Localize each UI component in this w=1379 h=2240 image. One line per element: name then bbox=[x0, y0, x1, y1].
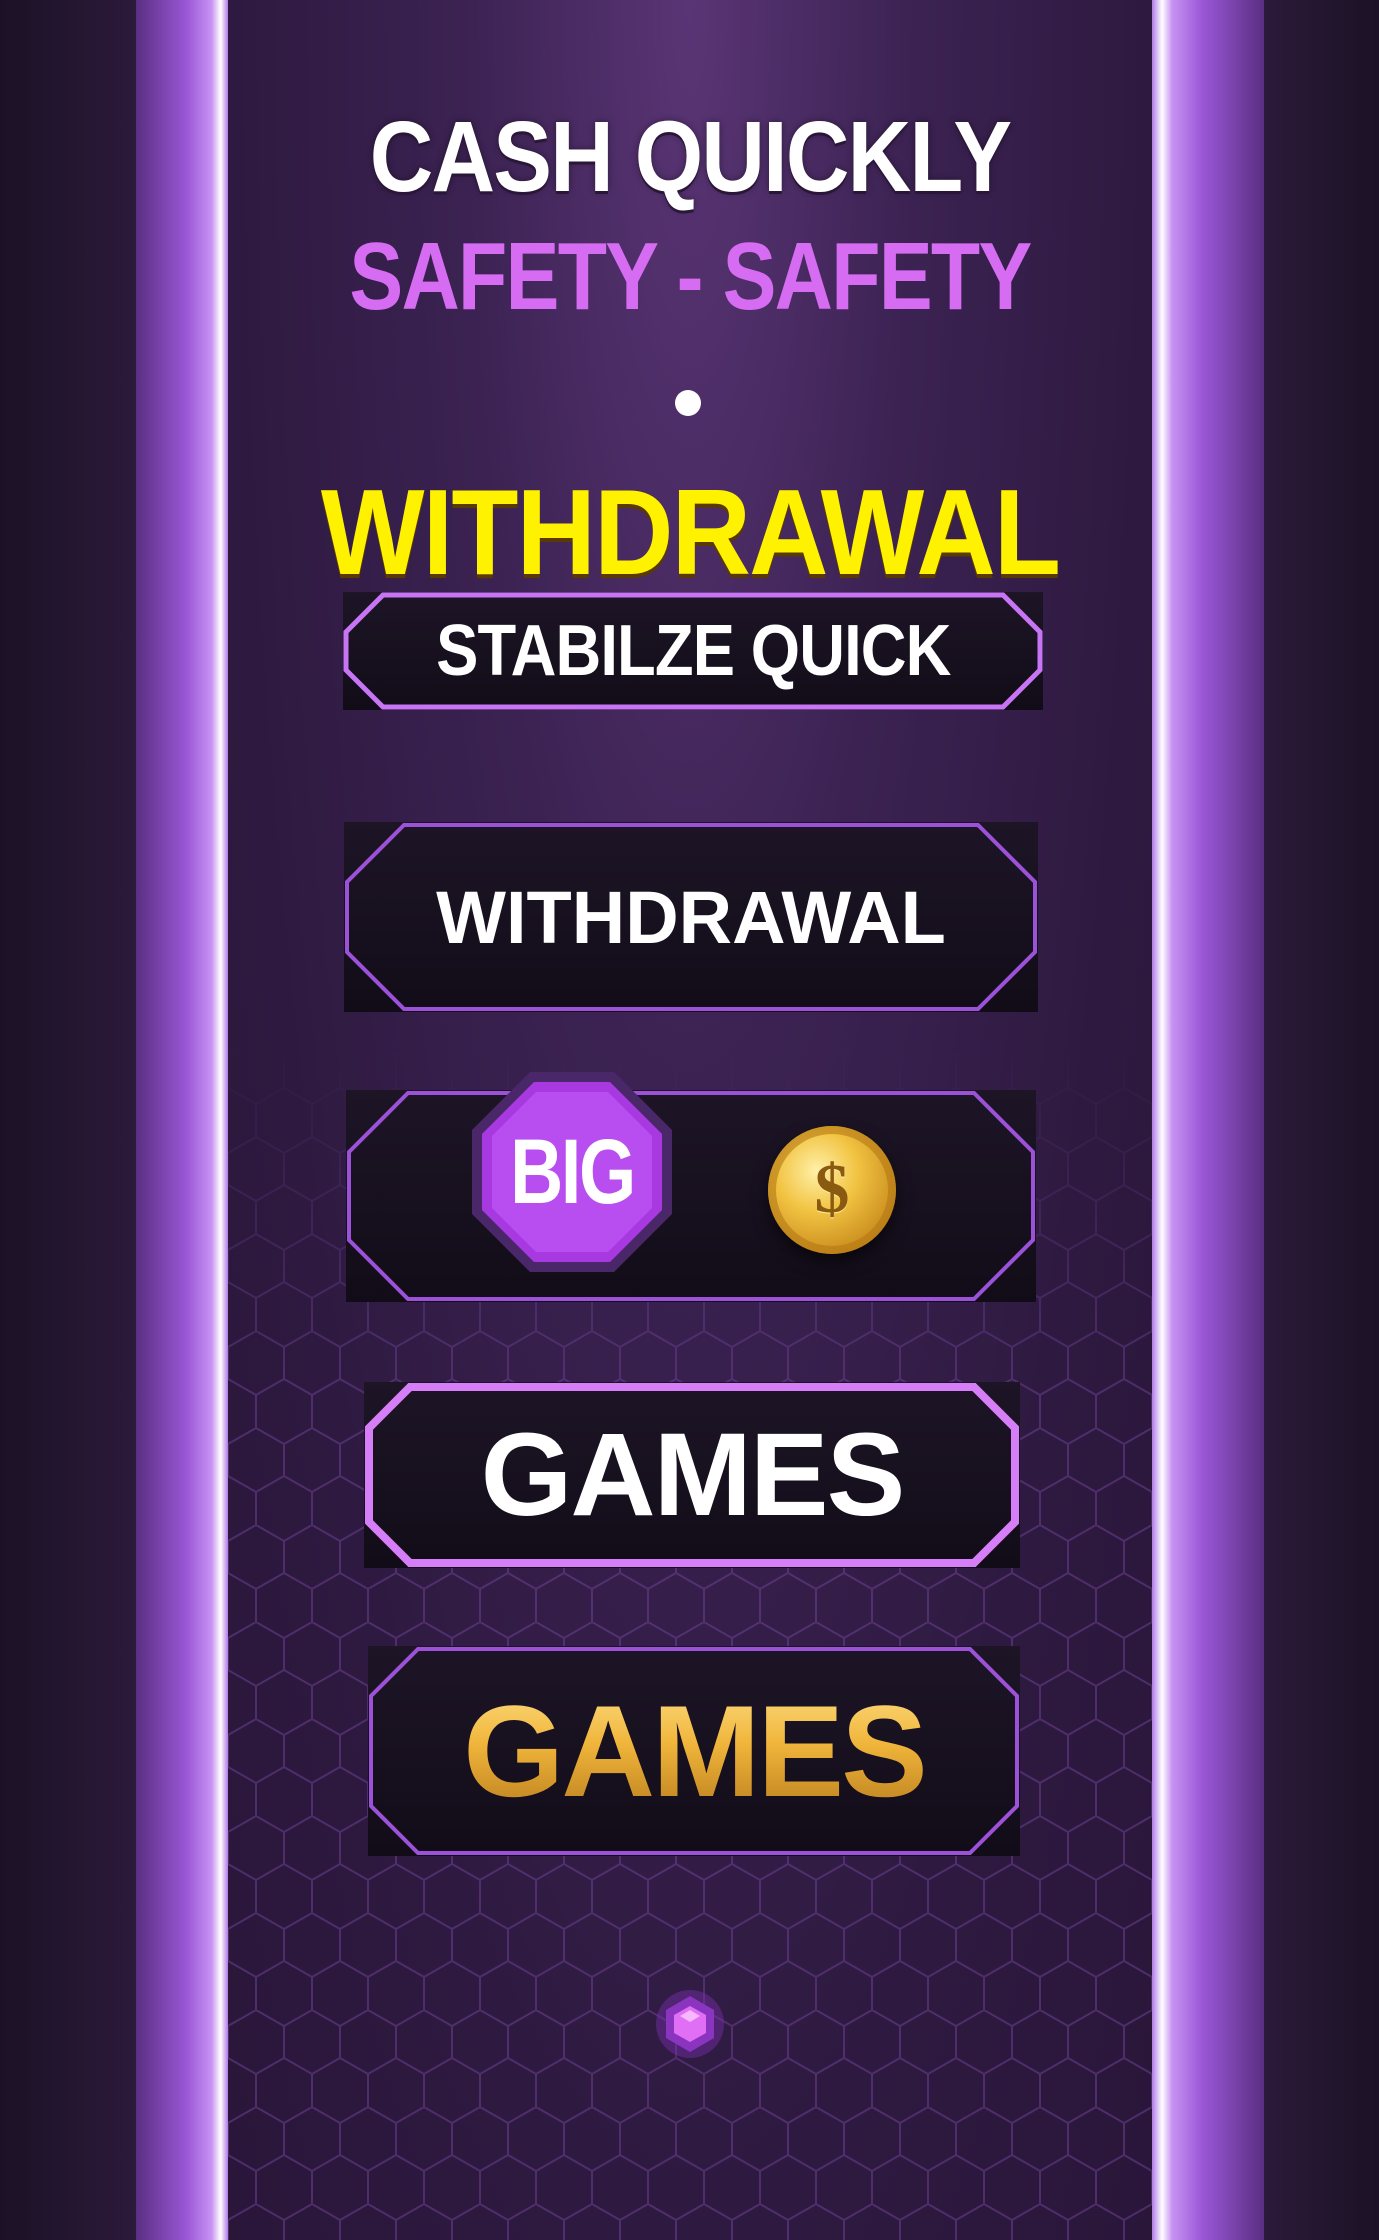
withdrawal-button[interactable]: WITHDRAWAL bbox=[344, 822, 1038, 1012]
big-label: BIG bbox=[510, 1120, 636, 1223]
headline-safety: SAFETY - SAFETY bbox=[349, 223, 1032, 330]
headline-withdrawal: WITHDRAWAL bbox=[320, 464, 1061, 600]
games-button[interactable]: GAMES bbox=[364, 1382, 1020, 1568]
headline-cash-quickly: CASH QUICKLY bbox=[369, 101, 1012, 213]
dot-icon bbox=[675, 390, 701, 416]
withdrawal-label: WITHDRAWAL bbox=[436, 875, 946, 959]
button-frame bbox=[347, 1091, 1035, 1301]
right-background bbox=[1264, 0, 1379, 2240]
games-gold-label: GAMES bbox=[463, 1678, 928, 1824]
dollar-sign: $ bbox=[814, 1151, 850, 1228]
hexagon-gem-icon bbox=[656, 1990, 724, 2058]
stabilize-quick-label: STABILZE QUICK bbox=[435, 611, 951, 691]
left-neon-rail bbox=[136, 0, 228, 2240]
games-label: GAMES bbox=[480, 1409, 906, 1541]
stabilize-quick-button[interactable]: STABILZE QUICK bbox=[343, 592, 1043, 710]
big-bonus-button[interactable] bbox=[346, 1090, 1036, 1302]
gold-coin-icon: $ bbox=[768, 1126, 896, 1254]
right-neon-rail bbox=[1152, 0, 1264, 2240]
main-panel: CASH QUICKLY SAFETY - SAFETY WITHDRAWAL … bbox=[228, 0, 1152, 2240]
games-gold-button[interactable]: GAMES bbox=[368, 1646, 1020, 1856]
octagon-badge-icon: BIG bbox=[466, 1066, 678, 1278]
left-background bbox=[0, 0, 136, 2240]
